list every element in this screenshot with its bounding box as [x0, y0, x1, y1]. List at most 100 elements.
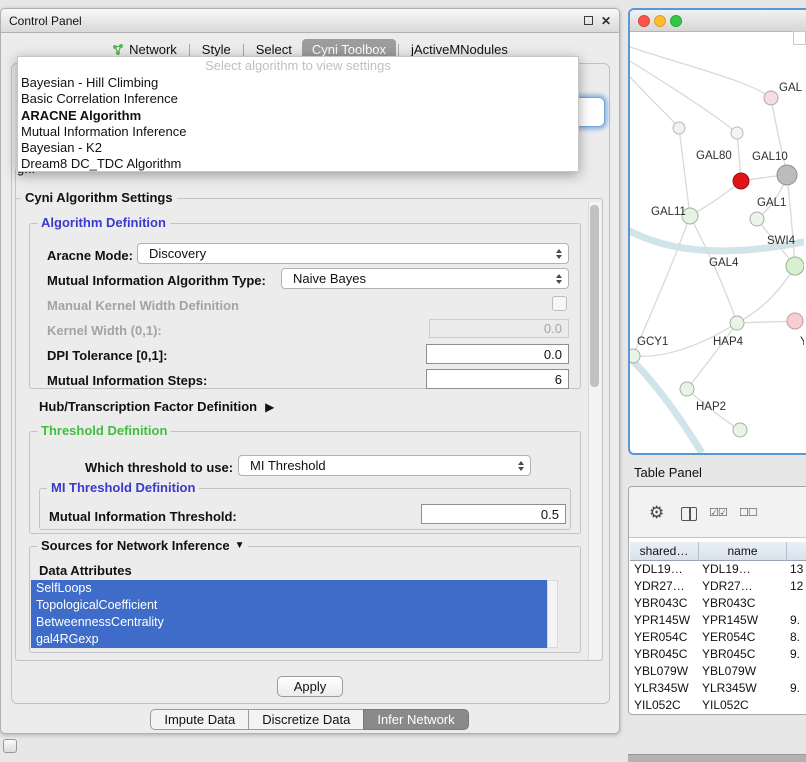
- columns-icon[interactable]: [681, 507, 697, 521]
- threshold-definition-title: Threshold Definition: [37, 424, 171, 438]
- dropdown-option[interactable]: Basic Correlation Inference: [18, 91, 578, 107]
- aracne-mode-select[interactable]: Discovery: [137, 243, 569, 264]
- cell: YPR145W: [702, 612, 786, 629]
- attributes-scrollbar-track[interactable]: [547, 580, 558, 648]
- table-panel-title: Table Panel: [634, 465, 702, 480]
- aracne-mode-label: Aracne Mode:: [47, 248, 133, 263]
- node-label: GAL1: [757, 197, 786, 209]
- dropdown-option[interactable]: Bayesian - Hill Climbing: [18, 75, 578, 91]
- table-row[interactable]: YPR145W YPR145W 9.: [630, 612, 806, 629]
- hub-tf-label: Hub/Transcription Factor Definition: [39, 399, 257, 414]
- algorithm-dropdown-popup: Select algorithm to view settings Bayesi…: [17, 56, 579, 172]
- node-label: Y: [800, 336, 804, 348]
- which-threshold-select[interactable]: MI Threshold: [238, 455, 531, 476]
- table-row[interactable]: YDR27… YDR27… 12: [630, 578, 806, 595]
- column-header-partial[interactable]: [787, 542, 806, 561]
- table-row[interactable]: YBR043C YBR043C: [630, 595, 806, 612]
- close-icon[interactable]: ✕: [601, 14, 611, 28]
- tab-separator: [398, 44, 399, 57]
- float-panel-icon[interactable]: [584, 16, 593, 25]
- table-row[interactable]: YBL079W YBL079W: [630, 663, 806, 680]
- control-panel-titlebar[interactable]: Control Panel ✕: [1, 9, 619, 33]
- cell: YDR27…: [634, 578, 698, 595]
- network-node-hub[interactable]: [777, 165, 797, 185]
- network-node[interactable]: [733, 423, 747, 437]
- mi-steps-field[interactable]: 6: [426, 369, 569, 389]
- chevron-down-icon: ▼: [235, 539, 245, 553]
- collapsed-panel-icon[interactable]: [3, 739, 17, 753]
- list-item[interactable]: SelfLoops: [31, 580, 547, 597]
- cell: YPR145W: [634, 612, 698, 629]
- cell: YDL19…: [702, 561, 786, 578]
- column-header-name[interactable]: name: [699, 542, 787, 561]
- network-node-selected[interactable]: [733, 173, 749, 189]
- algorithm-definition-title: Algorithm Definition: [37, 216, 170, 230]
- cell: YBR045C: [634, 646, 698, 663]
- table-panel-window: ⚙ ☑☑ ☐☐ shared… name YDL19… YDL19… 13 YD…: [628, 486, 806, 715]
- dropdown-option[interactable]: Bayesian - K2: [18, 140, 578, 156]
- hub-tf-expander[interactable]: Hub/Transcription Factor Definition ▶: [39, 399, 274, 414]
- apply-row: Apply: [1, 676, 619, 697]
- network-node[interactable]: [731, 127, 743, 139]
- select-all-checks-icon[interactable]: ☑☑: [709, 506, 727, 519]
- list-item[interactable]: BetweennessCentrality: [31, 614, 547, 631]
- which-threshold-label: Which threshold to use:: [85, 460, 233, 475]
- zoom-traffic-light[interactable]: [670, 15, 682, 27]
- kernel-width-field[interactable]: 0.0: [429, 319, 569, 338]
- table-row[interactable]: YDL19… YDL19… 13: [630, 561, 806, 578]
- network-node[interactable]: [764, 91, 778, 105]
- table-row[interactable]: YER054C YER054C 8.: [630, 629, 806, 646]
- cell: YDL19…: [634, 561, 698, 578]
- table-row[interactable]: YIL052C YIL052C: [630, 697, 806, 714]
- mi-threshold-label: Mutual Information Threshold:: [49, 509, 237, 524]
- network-graph[interactable]: GAL GAL80 GAL10 GAL11 GAL1 SWI4 GAL4 GCY…: [630, 31, 804, 453]
- network-node[interactable]: [787, 313, 803, 329]
- cell: YBR043C: [634, 595, 698, 612]
- cell: 9.: [790, 612, 806, 629]
- cell: 12: [790, 578, 806, 595]
- minimize-traffic-light[interactable]: [654, 15, 666, 27]
- updown-arrows-icon: [556, 249, 562, 259]
- deselect-all-checks-icon[interactable]: ☐☐: [739, 506, 757, 519]
- network-node[interactable]: [630, 349, 640, 363]
- network-node[interactable]: [786, 257, 804, 275]
- mi-threshold-field[interactable]: 0.5: [421, 504, 566, 524]
- list-item[interactable]: gal4RGexp: [31, 631, 547, 648]
- column-header-shared-name[interactable]: shared…: [630, 542, 699, 561]
- tab-discretize-data[interactable]: Discretize Data: [248, 709, 364, 730]
- data-attributes-label: Data Attributes: [39, 563, 132, 578]
- dropdown-option[interactable]: Mutual Information Inference: [18, 124, 578, 140]
- network-icon: [112, 44, 124, 56]
- table-row[interactable]: YLR345W YLR345W 9.: [630, 680, 806, 697]
- cell: 9.: [790, 680, 806, 697]
- dpi-tolerance-field[interactable]: 0.0: [426, 344, 569, 364]
- node-label: GAL11: [651, 206, 686, 218]
- network-node[interactable]: [680, 382, 694, 396]
- network-node[interactable]: [730, 316, 744, 330]
- mi-type-select[interactable]: Naive Bayes: [281, 268, 569, 289]
- list-item[interactable]: TopologicalCoefficient: [31, 597, 547, 614]
- tab-impute-data[interactable]: Impute Data: [150, 709, 249, 730]
- settings-scrollbar-thumb[interactable]: [590, 205, 599, 387]
- which-threshold-value: MI Threshold: [250, 458, 326, 473]
- close-traffic-light[interactable]: [638, 15, 650, 27]
- updown-arrows-icon: [518, 461, 524, 471]
- node-label: GAL4: [709, 257, 739, 269]
- cell: YBL079W: [702, 663, 786, 680]
- network-window-titlebar[interactable]: [630, 10, 806, 32]
- mi-threshold-value: 0.5: [541, 507, 559, 522]
- tab-separator: [243, 44, 244, 57]
- dropdown-option-selected[interactable]: ARACNE Algorithm: [18, 108, 578, 124]
- network-node[interactable]: [750, 212, 764, 226]
- gear-icon[interactable]: ⚙: [649, 504, 664, 521]
- sources-expander[interactable]: Sources for Network Inference ▼: [37, 539, 248, 553]
- cell: YIL052C: [634, 697, 698, 714]
- dpi-tolerance-value: 0.0: [544, 347, 562, 362]
- apply-button[interactable]: Apply: [277, 676, 344, 697]
- tab-infer-network[interactable]: Infer Network: [363, 709, 468, 730]
- network-node[interactable]: [673, 122, 685, 134]
- network-scroll-corner[interactable]: [793, 31, 806, 45]
- manual-kernel-checkbox[interactable]: [552, 296, 567, 311]
- dropdown-option[interactable]: Dream8 DC_TDC Algorithm: [18, 156, 578, 172]
- table-row[interactable]: YBR045C YBR045C 9.: [630, 646, 806, 663]
